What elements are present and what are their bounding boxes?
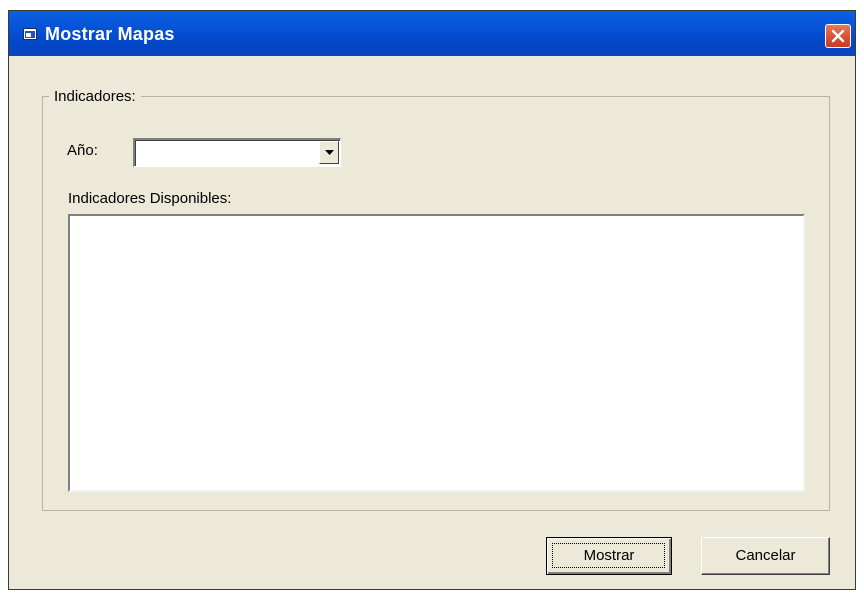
close-icon	[831, 29, 845, 43]
show-button[interactable]: Mostrar	[546, 537, 672, 575]
window-title: Mostrar Mapas	[45, 24, 175, 44]
available-indicators-label: Indicadores Disponibles:	[68, 190, 232, 207]
dialog-window: Mostrar Mapas Indicadores: Año: Indicado…	[8, 10, 856, 590]
title-bar[interactable]: Mostrar Mapas	[9, 11, 855, 56]
available-indicators-list[interactable]	[68, 214, 805, 492]
indicators-group-legend: Indicadores:	[49, 88, 141, 106]
window-map-icon	[23, 28, 37, 40]
year-dropdown-button[interactable]	[319, 141, 339, 164]
close-button[interactable]	[825, 24, 851, 48]
year-select[interactable]	[133, 138, 341, 167]
cancel-button[interactable]: Cancelar	[701, 537, 830, 575]
show-button-label: Mostrar	[583, 547, 635, 564]
year-label: Año:	[67, 142, 98, 159]
cancel-button-label: Cancelar	[735, 547, 796, 564]
chevron-down-icon	[325, 150, 334, 155]
